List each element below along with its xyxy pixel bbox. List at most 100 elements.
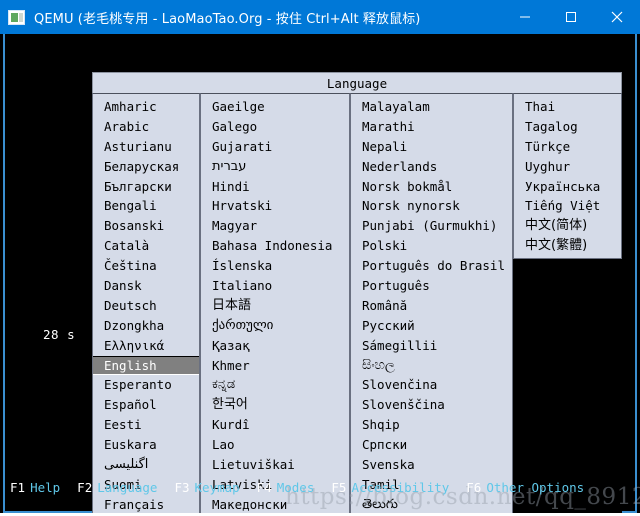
language-item[interactable]: Polski	[351, 236, 512, 256]
language-item[interactable]: Kurdî	[201, 415, 349, 435]
language-item[interactable]: Português	[351, 276, 512, 296]
window-controls	[502, 0, 640, 34]
language-item[interactable]: Euskara	[93, 435, 199, 455]
language-columns: Amharic Arabic Asturianu Беларуская Българск…	[92, 93, 622, 516]
language-column-3[interactable]: Malayalam Marathi Nepali Nederlands Norsk bo…	[350, 93, 513, 516]
language-item[interactable]: తెలుగు	[351, 495, 512, 515]
language-item[interactable]: Українська	[514, 177, 621, 197]
minimize-button[interactable]	[502, 0, 548, 34]
language-column-4[interactable]: Thai Tagalog Türkçe Uyghur Українська Tiếng V…	[513, 93, 622, 260]
function-key-f3[interactable]: F3 Keymap	[174, 480, 239, 495]
function-key-action: Modes	[276, 479, 315, 495]
language-item[interactable]: Lao	[201, 435, 349, 455]
language-item[interactable]: Eesti	[93, 415, 199, 435]
language-item[interactable]: Asturianu	[93, 137, 199, 157]
language-item[interactable]: Hindi	[201, 177, 349, 197]
language-item[interactable]: Tiếng Việt	[514, 196, 621, 216]
countdown-timer: 28 s	[43, 327, 76, 342]
function-key-f6[interactable]: F6 Other Options	[466, 480, 584, 495]
language-item[interactable]: Türkçe	[514, 137, 621, 157]
window-title: QEMU (老毛桃专用 - LaoMaoTao.Org - 按住 Ctrl+Al…	[34, 11, 421, 27]
language-item[interactable]: Marathi	[351, 117, 512, 137]
function-key-bar: F1 Help F2 Language F3 Keymap F4 Modes F5 Accessi…	[10, 477, 638, 497]
language-item[interactable]: Nepali	[351, 137, 512, 157]
language-item[interactable]: Tagalog	[514, 117, 621, 137]
language-item[interactable]: Ελληνικά	[93, 336, 199, 356]
function-key-f5[interactable]: F5 Accessibility	[331, 480, 449, 495]
language-item[interactable]: עברית	[201, 157, 349, 177]
language-item[interactable]: Galego	[201, 117, 349, 137]
language-item[interactable]: Português do Brasil	[351, 256, 512, 276]
language-item[interactable]: Slovenščina	[351, 395, 512, 415]
language-dialog: Language Amharic Arabic Asturianu Беларуска…	[92, 72, 622, 516]
language-item[interactable]: Dzongkha	[93, 316, 199, 336]
qemu-window: QEMU (老毛桃专用 - LaoMaoTao.Org - 按住 Ctrl+Al…	[0, 0, 640, 516]
function-key-action: Help	[30, 479, 61, 495]
language-item[interactable]: Gujarati	[201, 137, 349, 157]
language-item[interactable]: Norsk bokmål	[351, 177, 512, 197]
language-item[interactable]: Gaeilge	[201, 97, 349, 117]
function-key-action: Accessibility	[351, 479, 450, 495]
language-item[interactable]: Български	[93, 177, 199, 197]
language-item[interactable]: Magyar	[201, 216, 349, 236]
language-item[interactable]: ಕನ್ನಡ	[201, 375, 349, 395]
language-item[interactable]: Thai	[514, 97, 621, 117]
language-item[interactable]: Amharic	[93, 97, 199, 117]
language-item[interactable]: Dansk	[93, 276, 199, 296]
language-item[interactable]: Hrvatski	[201, 196, 349, 216]
language-item[interactable]: Čeština	[93, 256, 199, 276]
language-item[interactable]: Македонски	[201, 495, 349, 515]
language-item[interactable]: Русский	[351, 316, 512, 336]
language-item[interactable]: Italiano	[201, 276, 349, 296]
language-item[interactable]: Español	[93, 395, 199, 415]
language-item[interactable]: Punjabi (Gurmukhi)	[351, 216, 512, 236]
language-item[interactable]: Српски	[351, 435, 512, 455]
window-titlebar[interactable]: QEMU (老毛桃专用 - LaoMaoTao.Org - 按住 Ctrl+Al…	[0, 0, 640, 34]
language-item[interactable]: Bosanski	[93, 216, 199, 236]
close-button[interactable]	[594, 0, 640, 34]
language-item[interactable]: Norsk nynorsk	[351, 196, 512, 216]
language-item[interactable]: Lietuviškai	[201, 455, 349, 475]
language-column-2[interactable]: Gaeilge Galego Gujarati עברית Hindi Hrvatski M…	[200, 93, 350, 516]
function-key-f2[interactable]: F2 Language	[77, 480, 157, 495]
function-key-label: F1	[10, 479, 26, 495]
language-item[interactable]: Sámegillii	[351, 336, 512, 356]
language-item[interactable]: Català	[93, 236, 199, 256]
function-key-f4[interactable]: F4 Modes	[257, 480, 315, 495]
language-item[interactable]: Bengali	[93, 196, 199, 216]
function-key-f1[interactable]: F1 Help	[10, 480, 60, 495]
language-item[interactable]: Shqip	[351, 415, 512, 435]
guest-console[interactable]: 28 s Language Amharic Arabic Asturianu Бела…	[3, 34, 638, 516]
maximize-button[interactable]	[548, 0, 594, 34]
function-key-action: Language	[97, 479, 158, 495]
language-item[interactable]: ქართული	[201, 316, 349, 336]
language-item[interactable]: Беларуская	[93, 157, 199, 177]
language-item[interactable]: Svenska	[351, 455, 512, 475]
language-item[interactable]: Français	[93, 495, 199, 515]
language-item[interactable]: 中文(简体)	[514, 216, 621, 236]
language-item[interactable]: اگنلیسی	[93, 455, 199, 475]
function-key-action: Other Options	[486, 479, 585, 495]
language-item[interactable]: 中文(繁體)	[514, 236, 621, 256]
language-item[interactable]: සිංහල	[351, 356, 512, 376]
language-item[interactable]: Nederlands	[351, 157, 512, 177]
language-item[interactable]: Arabic	[93, 117, 199, 137]
language-item[interactable]: Malayalam	[351, 97, 512, 117]
language-item[interactable]: 한국어	[201, 395, 349, 415]
function-key-label: F5	[331, 479, 347, 495]
language-column-1[interactable]: Amharic Arabic Asturianu Беларуская Българск…	[92, 93, 200, 516]
language-item[interactable]: Slovenčina	[351, 375, 512, 395]
function-key-label: F4	[256, 479, 272, 495]
language-item[interactable]: Íslenska	[201, 256, 349, 276]
language-item[interactable]: Bahasa Indonesia	[201, 236, 349, 256]
language-item-selected[interactable]: English	[93, 355, 199, 376]
language-item[interactable]: Deutsch	[93, 296, 199, 316]
language-item[interactable]: 日本語	[201, 296, 349, 316]
language-item[interactable]: Română	[351, 296, 512, 316]
language-item[interactable]: Khmer	[201, 356, 349, 376]
function-key-label: F6	[466, 479, 482, 495]
language-item[interactable]: Uyghur	[514, 157, 621, 177]
language-item[interactable]: Қазақ	[201, 336, 349, 356]
language-item[interactable]: Esperanto	[93, 375, 199, 395]
function-key-label: F2	[77, 479, 93, 495]
